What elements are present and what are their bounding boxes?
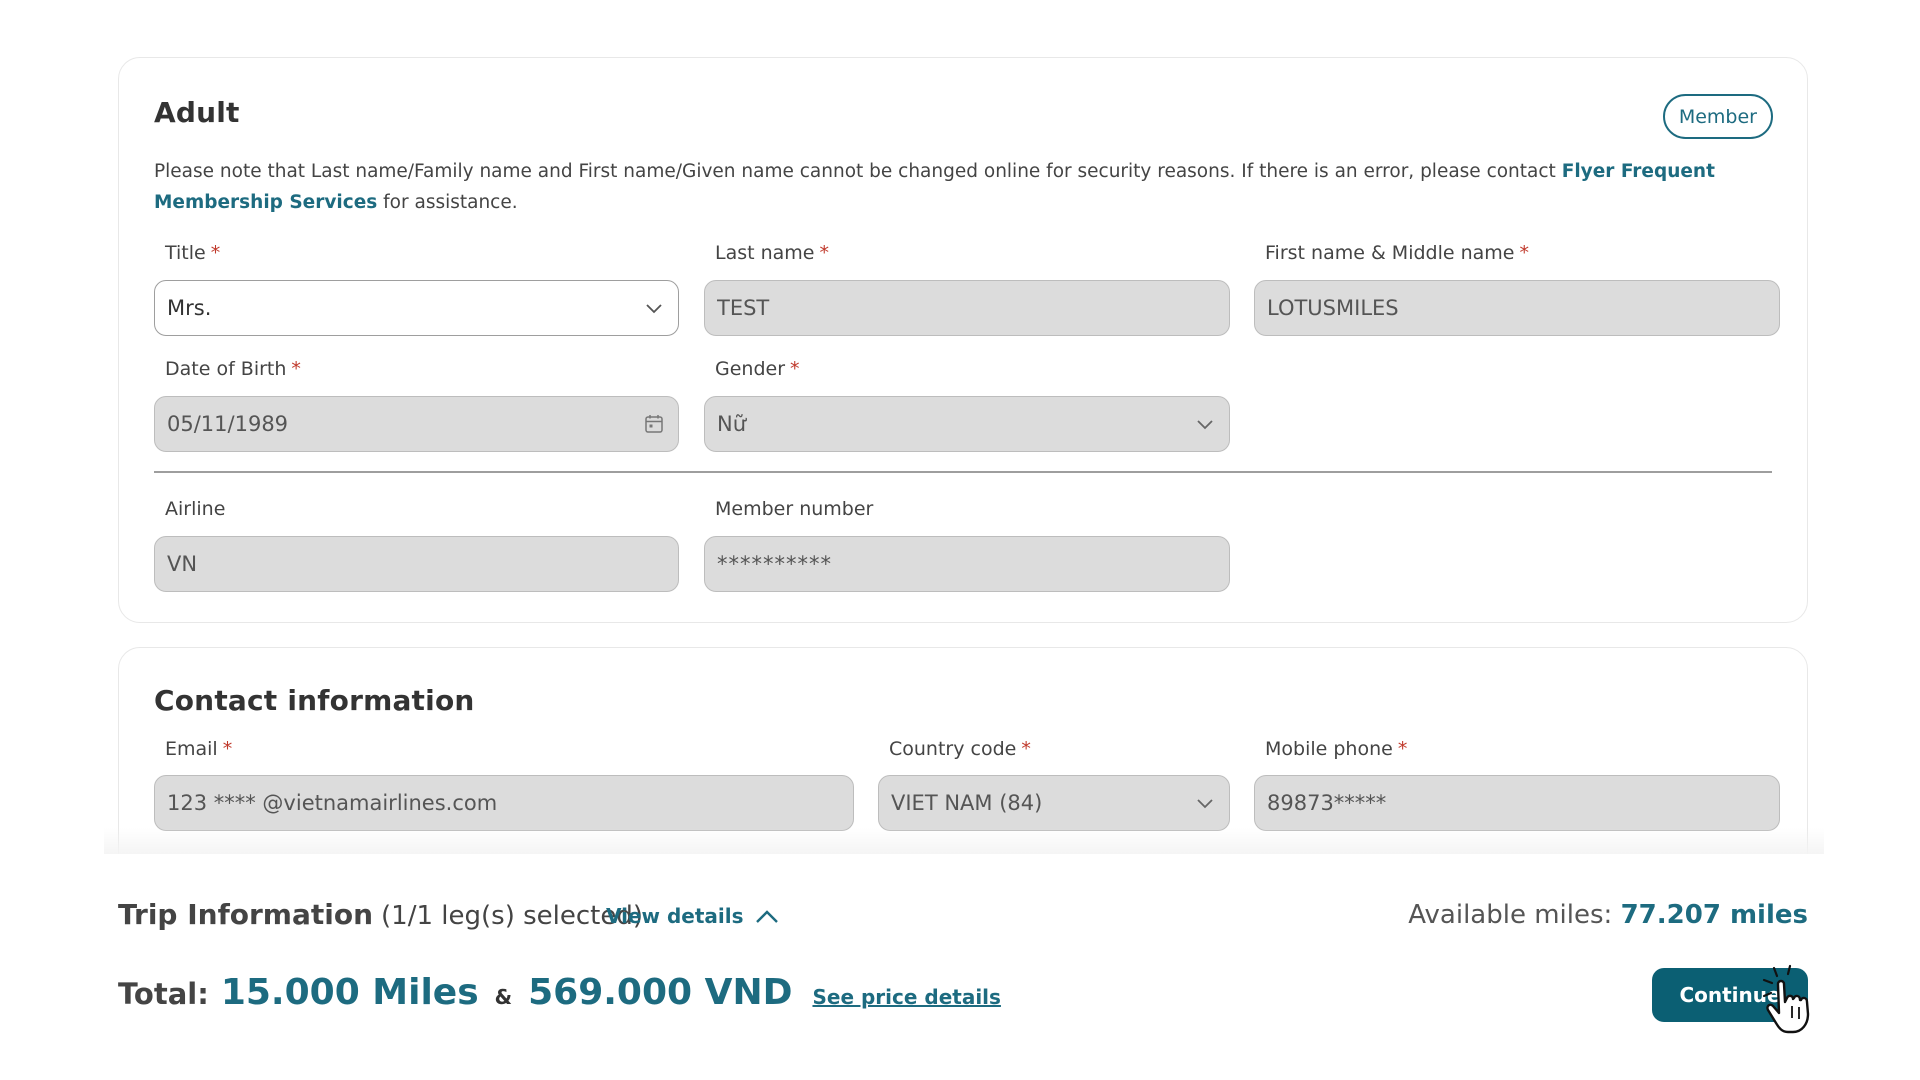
member-number-value: ********** [717, 552, 832, 576]
chevron-down-icon [646, 304, 662, 314]
required-mark: * [210, 242, 221, 264]
chevron-down-icon [1197, 420, 1213, 430]
mobile-phone-label-text: Mobile phone [1265, 738, 1393, 760]
mobile-phone-value: 89873***** [1267, 791, 1387, 815]
airline-field[interactable]: VN [154, 536, 679, 592]
total-miles: 15.000 Miles [220, 972, 479, 1013]
member-number-field[interactable]: ********** [704, 536, 1230, 592]
title-value: Mrs. [167, 296, 212, 320]
email-label: Email * [165, 738, 232, 760]
required-mark: * [222, 738, 233, 760]
member-number-label: Member number [715, 498, 873, 520]
member-badge[interactable]: Member [1662, 94, 1773, 139]
notice-suffix: for assistance. [377, 192, 518, 213]
legs-selected: (1/1 leg(s) selected) [381, 901, 643, 931]
section-divider [154, 471, 1772, 473]
gender-label-text: Gender [715, 358, 786, 380]
country-code-label-text: Country code [889, 738, 1017, 760]
trip-title-text: Trip Information [118, 898, 374, 931]
ampersand: & [494, 985, 513, 1009]
email-value: 123 **** @vietnamairlines.com [167, 791, 498, 815]
email-label-text: Email [165, 738, 218, 760]
available-miles-label: Available miles: [1408, 900, 1621, 930]
country-code-label: Country code * [889, 738, 1031, 760]
adult-passenger-card: Adult Member Please note that Last name/… [118, 57, 1808, 623]
gender-value: Nữ [717, 412, 747, 436]
gender-select[interactable]: Nữ [704, 396, 1230, 452]
mobile-phone-field[interactable]: 89873***** [1254, 775, 1780, 831]
total-row: Total: 15.000 Miles & 569.000 VND See pr… [118, 972, 1001, 1013]
dob-label-text: Date of Birth [165, 358, 287, 380]
email-field[interactable]: 123 **** @vietnamairlines.com [154, 775, 854, 831]
chevron-up-icon [755, 910, 778, 923]
title-select[interactable]: Mrs. [154, 280, 679, 336]
country-code-select[interactable]: VIET NAM (84) [878, 775, 1230, 831]
total-label: Total: [118, 977, 209, 1011]
total-vnd: 569.000 VND [528, 972, 793, 1013]
calendar-icon [645, 415, 663, 433]
first-name-label: First name & Middle name * [1265, 242, 1529, 264]
required-mark: * [291, 358, 301, 380]
available-miles-value: 77.207 miles [1620, 900, 1808, 930]
name-change-notice: Please note that Last name/Family name a… [154, 156, 1754, 218]
airline-label: Airline [165, 498, 225, 520]
required-mark: * [790, 358, 800, 380]
member-number-label-text: Member number [715, 498, 874, 520]
last-name-value: TEST [717, 296, 770, 320]
contact-card-title: Contact information [154, 684, 475, 717]
adult-card-title: Adult [154, 96, 240, 129]
see-price-details-link[interactable]: See price details [812, 985, 1000, 1009]
hand-pointer-cursor [1762, 964, 1810, 1034]
page: Adult Member Please note that Last name/… [0, 0, 1920, 1080]
trip-summary-footer: Trip Information (1/1 leg(s) selected) Vi… [0, 854, 1920, 1080]
last-name-label-text: Last name [715, 242, 815, 264]
title-label-text: Title [165, 242, 206, 264]
required-mark: * [1021, 738, 1031, 760]
gender-label: Gender * [715, 358, 800, 380]
scroll-fade [104, 828, 1824, 856]
country-code-value: VIET NAM (84) [891, 791, 1043, 815]
notice-text: Please note that Last name/Family name a… [154, 161, 1562, 182]
title-label: Title * [165, 242, 220, 264]
first-name-label-text: First name & Middle name [1265, 242, 1515, 264]
airline-label-text: Airline [165, 498, 226, 520]
first-name-field[interactable]: LOTUSMILES [1254, 280, 1780, 336]
dob-field[interactable]: 05/11/1989 [154, 396, 679, 452]
required-mark: * [819, 242, 830, 264]
chevron-down-icon [1197, 799, 1213, 809]
dob-label: Date of Birth * [165, 358, 301, 380]
trip-information-title: Trip Information (1/1 leg(s) selected) [118, 898, 643, 931]
last-name-label: Last name * [715, 242, 829, 264]
dob-value: 05/11/1989 [167, 412, 289, 436]
available-miles: Available miles: 77.207 miles [1408, 900, 1808, 930]
first-name-value: LOTUSMILES [1267, 296, 1399, 320]
required-mark: * [1397, 738, 1408, 760]
last-name-field[interactable]: TEST [704, 280, 1230, 336]
mobile-phone-label: Mobile phone * [1265, 738, 1407, 760]
required-mark: * [1519, 242, 1530, 264]
view-details-toggle[interactable]: View details [606, 904, 780, 928]
airline-value: VN [167, 552, 198, 576]
view-details-label: View details [606, 904, 744, 928]
